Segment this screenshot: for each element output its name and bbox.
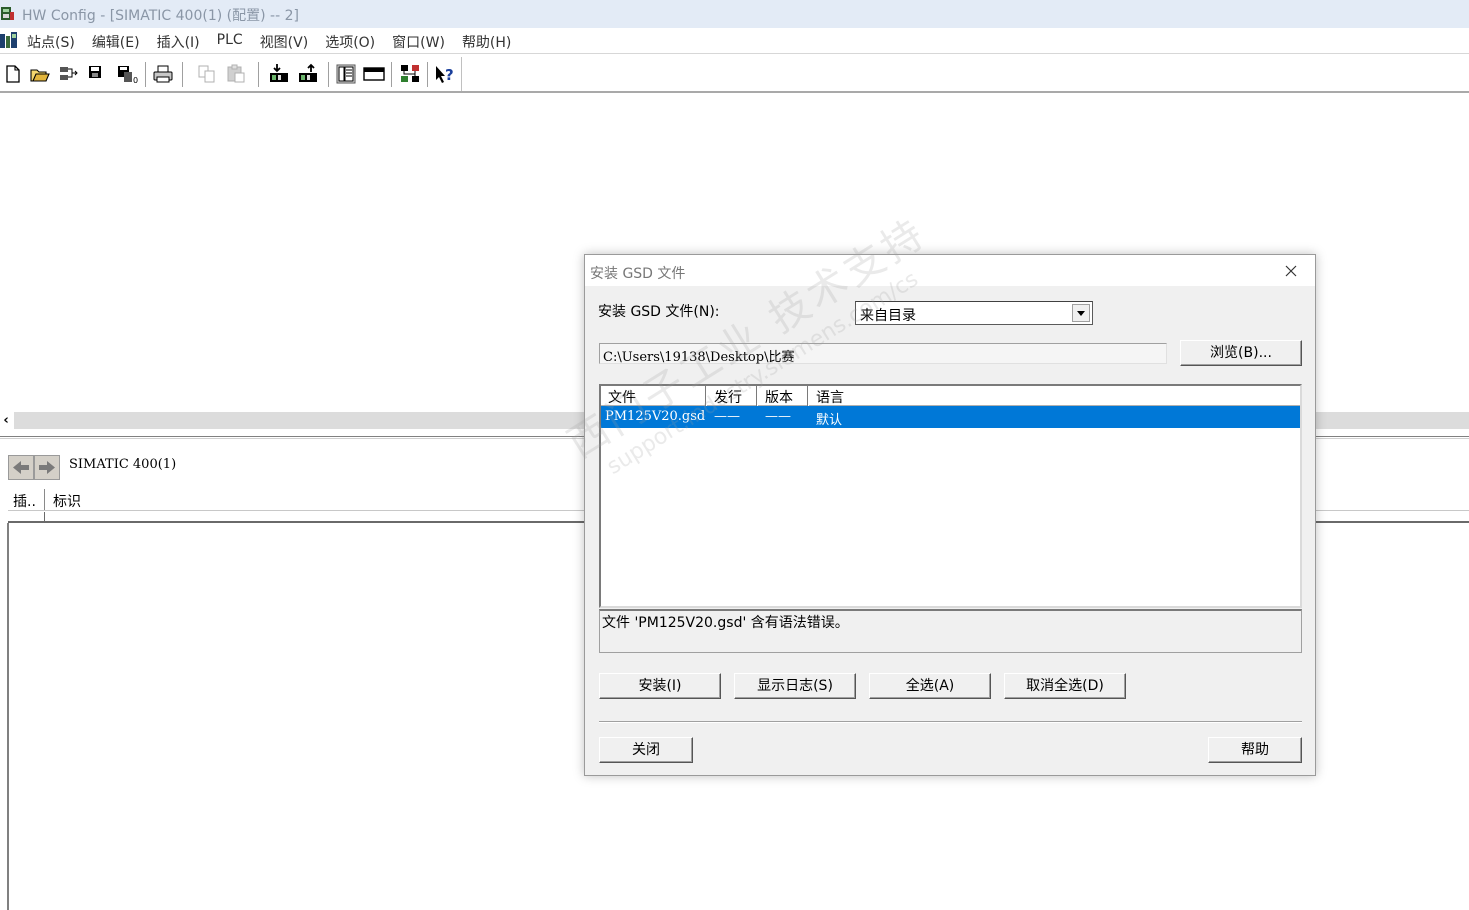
menu-help[interactable]: 帮助(H) — [462, 32, 511, 52]
upload-icon[interactable] — [297, 63, 319, 85]
status-message: 文件 'PM125V20.gsd' 含有语法错误。 — [602, 615, 849, 631]
install-gsd-dialog: 安装 GSD 文件 安装 GSD 文件(N): 来自目录 C:\Users\19… — [584, 254, 1316, 776]
window-titlebar: HW Config - [SIMATIC 400(1) (配置) -- 2] — [0, 0, 1469, 28]
show-log-button[interactable]: 显示日志(S) — [734, 673, 856, 699]
column-divider[interactable] — [44, 489, 45, 510]
menu-edit[interactable]: 编辑(E) — [92, 32, 140, 52]
release-cell: —— — [714, 409, 740, 424]
print-icon[interactable] — [152, 63, 174, 85]
menu-window[interactable]: 窗口(W) — [392, 32, 445, 52]
copy-icon[interactable] — [196, 63, 218, 85]
toolbar-separator — [391, 62, 393, 87]
forward-arrow-icon[interactable] — [34, 455, 60, 480]
close-button[interactable]: 关闭 — [599, 737, 693, 763]
menu-plc[interactable]: PLC — [217, 32, 243, 52]
svg-text:?: ? — [445, 66, 454, 84]
toolbar-separator — [258, 62, 260, 87]
toolbar-separator — [328, 62, 330, 87]
accessible-nodes-icon[interactable] — [57, 63, 79, 85]
save-compile-icon[interactable]: 01 — [116, 63, 143, 85]
scroll-left-icon[interactable]: ‹ — [0, 412, 12, 429]
column-divider[interactable] — [705, 386, 707, 406]
language-cell: 默认 — [816, 413, 843, 428]
dialog-titlebar: 安装 GSD 文件 — [585, 255, 1315, 286]
column-header-slot[interactable]: 插.. — [13, 491, 36, 511]
select-all-button[interactable]: 全选(A) — [869, 673, 991, 699]
help-button[interactable]: 帮助 — [1208, 737, 1302, 763]
column-header-version[interactable]: 版本 — [765, 387, 793, 407]
toolbar: 01 ? — [0, 55, 1469, 93]
paste-icon[interactable] — [225, 63, 247, 85]
toolbar-separator — [145, 62, 147, 87]
window-title: HW Config - [SIMATIC 400(1) (配置) -- 2] — [22, 8, 299, 24]
file-list-header: 文件 发行 版本 语言 — [601, 386, 1300, 406]
menu-view[interactable]: 视图(V) — [260, 32, 309, 52]
install-button[interactable]: 安装(I) — [599, 673, 721, 699]
menu-station[interactable]: 站点(S) — [27, 32, 75, 52]
column-header-identifier[interactable]: 标识 — [53, 491, 81, 511]
toolbar-separator — [427, 62, 429, 87]
status-message-box: 文件 'PM125V20.gsd' 含有语法错误。 — [599, 609, 1302, 653]
document-window-icon[interactable] — [0, 32, 18, 49]
directory-path-value: C:\Users\19138\Desktop\比赛 — [603, 350, 795, 365]
column-header-file[interactable]: 文件 — [608, 387, 636, 407]
back-arrow-icon[interactable] — [8, 455, 34, 480]
download-icon[interactable] — [268, 63, 290, 85]
version-cell: —— — [765, 409, 791, 424]
save-icon[interactable] — [84, 63, 106, 85]
column-divider[interactable] — [756, 386, 758, 406]
toolbar-edge — [461, 57, 462, 91]
hw-config-app-icon[interactable] — [1, 6, 14, 22]
configure-network-icon[interactable] — [399, 63, 421, 85]
file-list-row-selected[interactable]: PM125V20.gsd —— —— 默认 — [601, 406, 1300, 428]
browse-button[interactable]: 浏览(B)... — [1180, 340, 1302, 366]
svg-text:01: 01 — [133, 76, 138, 85]
station-name: SIMATIC 400(1) — [69, 457, 177, 472]
dialog-divider — [599, 721, 1302, 723]
new-icon[interactable] — [2, 63, 24, 85]
source-select-value: 来自目录 — [860, 308, 916, 324]
column-header-language[interactable]: 语言 — [816, 387, 844, 407]
column-divider[interactable] — [807, 386, 809, 406]
deselect-all-button[interactable]: 取消全选(D) — [1004, 673, 1126, 699]
source-select[interactable]: 来自目录 — [855, 301, 1093, 325]
dropdown-arrow-icon[interactable] — [1072, 304, 1090, 322]
catalog-icon[interactable] — [335, 63, 357, 85]
close-icon[interactable] — [1283, 263, 1299, 279]
install-source-label: 安装 GSD 文件(N): — [598, 304, 720, 320]
column-header-release[interactable]: 发行 — [714, 387, 742, 407]
menu-insert[interactable]: 插入(I) — [157, 32, 200, 52]
directory-path-field: C:\Users\19138\Desktop\比赛 — [599, 343, 1167, 365]
open-icon[interactable] — [29, 63, 51, 85]
gsd-file-list[interactable]: 文件 发行 版本 语言 PM125V20.gsd —— —— 默认 — [599, 384, 1302, 608]
network-view-icon[interactable] — [363, 63, 385, 85]
file-name-cell: PM125V20.gsd — [605, 409, 706, 424]
toolbar-separator — [182, 62, 184, 87]
menu-options[interactable]: 选项(O) — [325, 32, 375, 52]
help-context-icon[interactable]: ? — [434, 63, 456, 85]
column-divider — [44, 512, 45, 523]
menu-bar: 站点(S) 编辑(E) 插入(I) PLC 视图(V) 选项(O) 窗口(W) … — [0, 28, 1469, 54]
dialog-title: 安装 GSD 文件 — [590, 266, 686, 282]
